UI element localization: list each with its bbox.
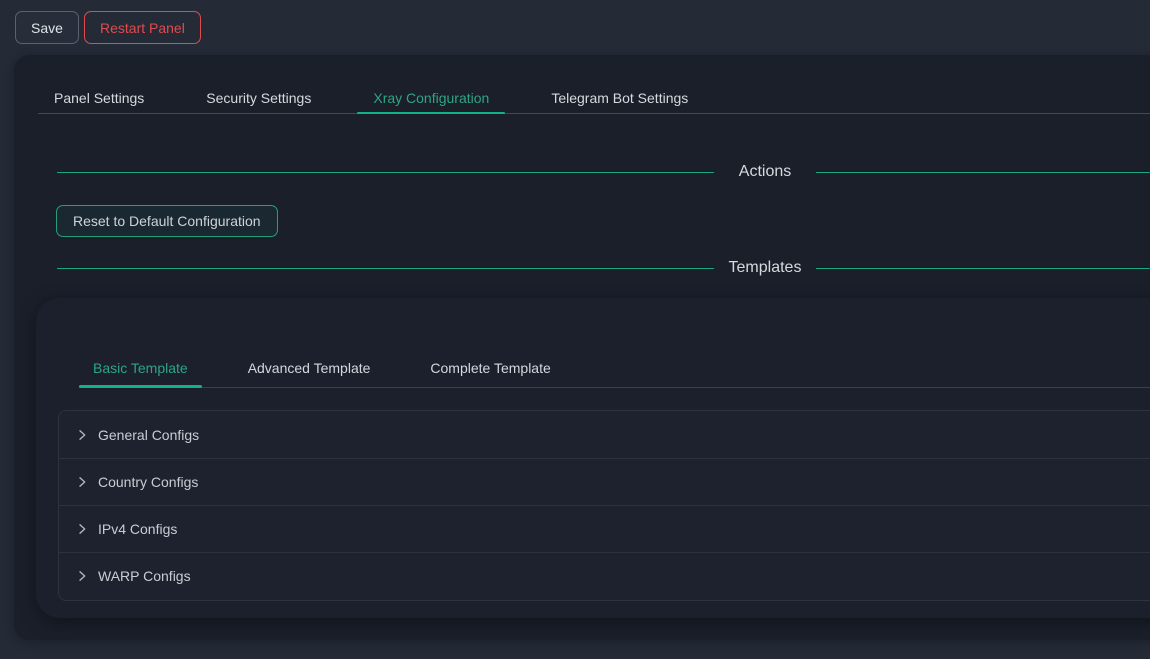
- restart-panel-button[interactable]: Restart Panel: [84, 11, 201, 44]
- save-button[interactable]: Save: [15, 11, 79, 44]
- tab-security-settings[interactable]: Security Settings: [190, 88, 327, 113]
- tab-basic-template[interactable]: Basic Template: [79, 358, 202, 387]
- divider-rule: [816, 172, 1150, 173]
- divider-rule: [57, 268, 714, 269]
- collapse-header-country-configs[interactable]: Country Configs: [59, 458, 1150, 505]
- collapse-label: General Configs: [98, 427, 199, 443]
- collapse-label: Country Configs: [98, 474, 198, 490]
- chevron-right-icon: [76, 570, 88, 582]
- tab-telegram-bot-settings[interactable]: Telegram Bot Settings: [535, 88, 704, 113]
- tab-advanced-template[interactable]: Advanced Template: [234, 358, 385, 387]
- templates-tabbar: Basic Template Advanced Template Complet…: [79, 358, 1150, 388]
- reset-to-default-button[interactable]: Reset to Default Configuration: [56, 205, 278, 237]
- tab-complete-template[interactable]: Complete Template: [416, 358, 564, 387]
- configs-collapse-list: General Configs Country Configs IPv4 Con…: [58, 410, 1150, 601]
- settings-tabbar: Panel Settings Security Settings Xray Co…: [38, 88, 1150, 114]
- chevron-right-icon: [76, 476, 88, 488]
- collapse-label: WARP Configs: [98, 568, 191, 584]
- templates-divider: Templates: [57, 254, 1150, 282]
- divider-rule: [816, 268, 1150, 269]
- collapse-label: IPv4 Configs: [98, 521, 177, 537]
- collapse-header-ipv4-configs[interactable]: IPv4 Configs: [59, 505, 1150, 552]
- settings-card: Panel Settings Security Settings Xray Co…: [14, 55, 1150, 640]
- tab-xray-configuration[interactable]: Xray Configuration: [357, 88, 505, 113]
- templates-section-title: Templates: [720, 259, 810, 277]
- actions-section-title: Actions: [720, 163, 810, 181]
- chevron-right-icon: [76, 429, 88, 441]
- templates-card: Basic Template Advanced Template Complet…: [36, 298, 1150, 618]
- divider-rule: [57, 172, 714, 173]
- chevron-right-icon: [76, 523, 88, 535]
- tab-panel-settings[interactable]: Panel Settings: [38, 88, 160, 113]
- collapse-header-warp-configs[interactable]: WARP Configs: [59, 552, 1150, 599]
- collapse-header-general-configs[interactable]: General Configs: [59, 411, 1150, 458]
- actions-divider: Actions: [57, 158, 1150, 186]
